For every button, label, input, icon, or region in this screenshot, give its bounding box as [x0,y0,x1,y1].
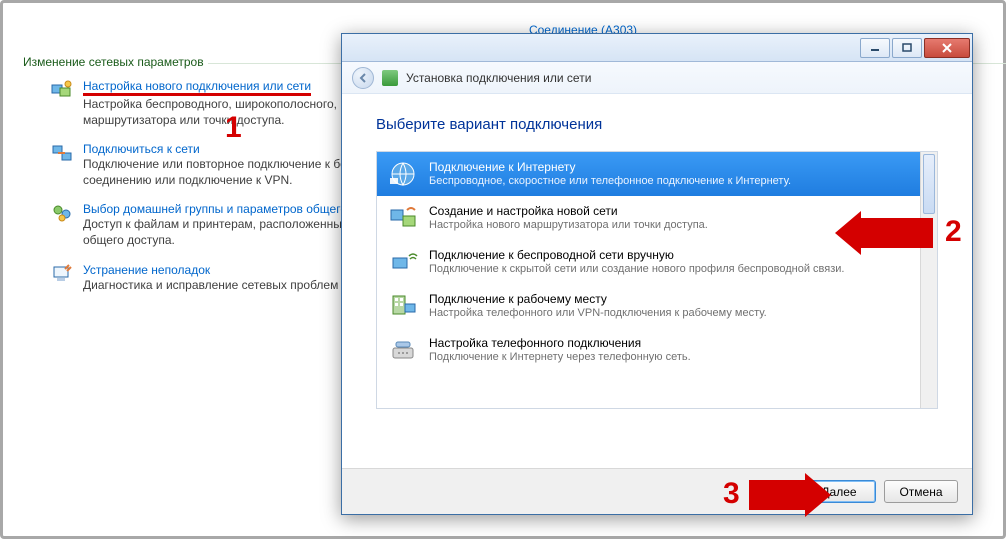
scrollbar[interactable] [920,152,937,408]
titlebar [342,34,972,62]
option-desc: Подключение к скрытой сети или создание … [429,263,844,277]
globe-icon [387,158,419,190]
router-icon [387,202,419,234]
scrollbar-thumb[interactable] [923,154,935,214]
option-desc: Настройка нового маршрутизатора или точк… [429,219,708,233]
next-button[interactable]: Далее [802,480,876,503]
wizard-icon [382,70,398,86]
connection-wizard-dialog: Установка подключения или сети Выберите … [341,33,973,515]
option-desc: Подключение к Интернету через телефонную… [429,351,691,365]
new-connection-link[interactable]: Настройка нового подключения или сети [83,79,311,96]
maximize-button[interactable] [892,38,922,58]
workplace-icon [387,290,419,322]
connect-icon [51,142,73,164]
option-title: Настройка телефонного подключения [429,336,691,351]
connect-link[interactable]: Подключиться к сети [83,142,200,156]
wizard-header: Установка подключения или сети [342,62,972,94]
option-internet[interactable]: Подключение к Интернету Беспроводное, ск… [377,152,937,196]
option-wireless-manual[interactable]: Подключение к беспроводной сети вручную … [377,240,937,284]
wizard-title: Установка подключения или сети [406,71,591,85]
cancel-button[interactable]: Отмена [884,480,958,503]
option-desc: Настройка телефонного или VPN-подключени… [429,307,767,321]
troubleshoot-link[interactable]: Устранение неполадок [83,263,210,277]
option-dialup[interactable]: Настройка телефонного подключения Подклю… [377,328,937,372]
option-title: Подключение к беспроводной сети вручную [429,248,844,263]
option-desc: Беспроводное, скоростное или телефонное … [429,175,791,189]
connection-options-list: Подключение к Интернету Беспроводное, ск… [376,151,938,409]
minimize-button[interactable] [860,38,890,58]
wizard-heading: Выберите вариант подключения [376,116,938,133]
new-connection-icon [51,79,73,101]
homegroup-icon [51,202,73,224]
wizard-footer: Далее Отмена [342,468,972,514]
troubleshoot-icon [51,263,73,285]
option-title: Подключение к Интернету [429,160,791,175]
close-button[interactable] [924,38,970,58]
option-title: Подключение к рабочему месту [429,292,767,307]
option-workplace[interactable]: Подключение к рабочему месту Настройка т… [377,284,937,328]
option-title: Создание и настройка новой сети [429,204,708,219]
phone-icon [387,334,419,366]
option-new-network[interactable]: Создание и настройка новой сети Настройк… [377,196,937,240]
wireless-icon [387,246,419,278]
back-button[interactable] [352,67,374,89]
